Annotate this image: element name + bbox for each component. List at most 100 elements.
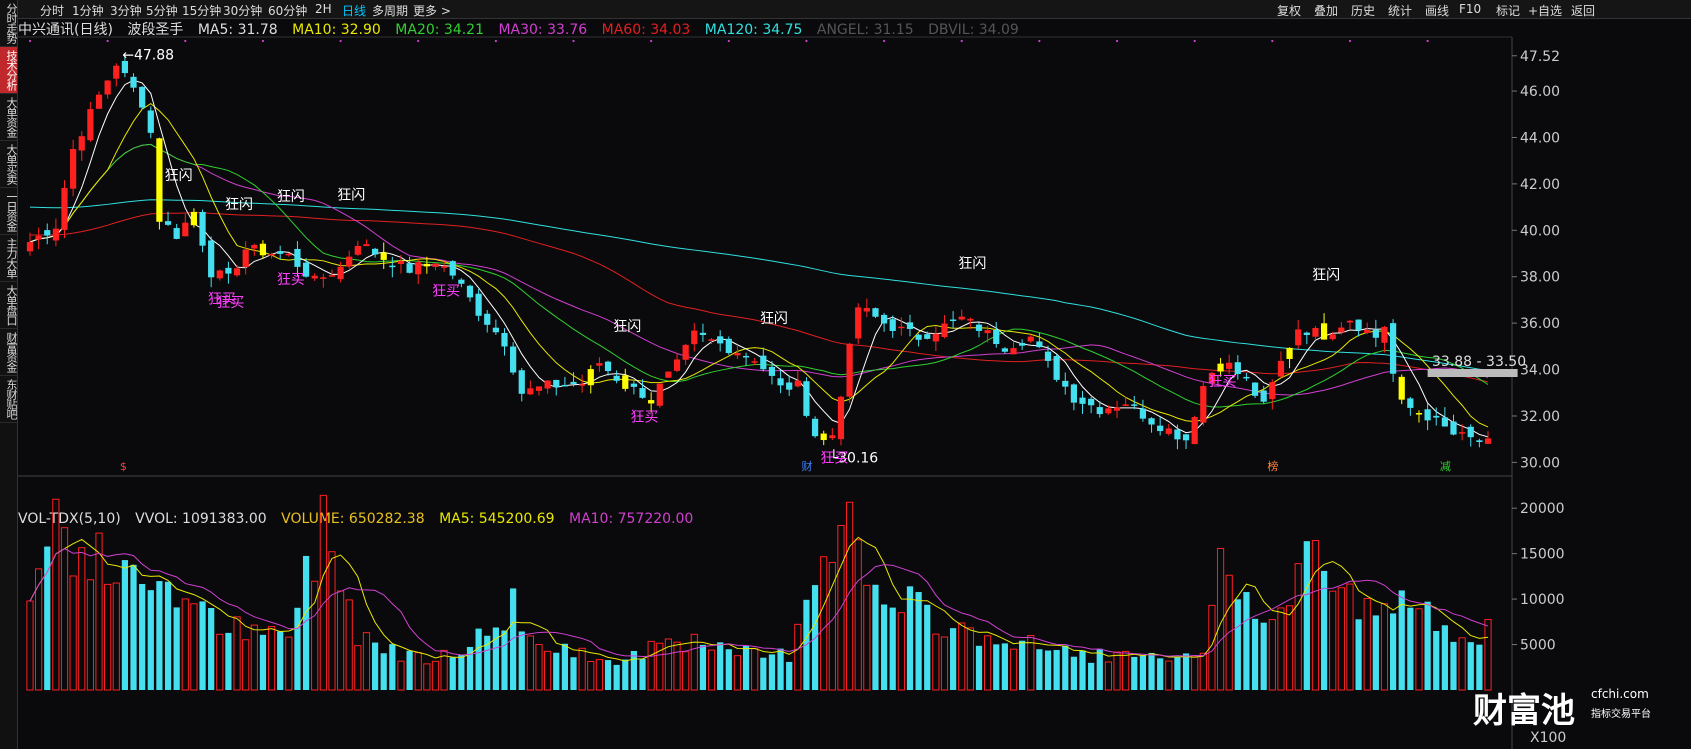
candle-body xyxy=(734,353,741,356)
top-dot-marker xyxy=(805,39,808,43)
candle-body xyxy=(673,359,681,371)
candle-body xyxy=(61,188,68,230)
candle-body xyxy=(639,388,646,398)
volume-bar xyxy=(1243,592,1250,690)
top-dot-marker xyxy=(1038,39,1041,43)
candle-body xyxy=(78,136,85,151)
volume-bar xyxy=(578,647,586,691)
candle-body xyxy=(35,235,42,240)
volume-bar xyxy=(1027,634,1035,691)
candle-body xyxy=(950,319,957,322)
price-volume-chart[interactable]: 47.5246.0044.0042.0040.0038.0036.0034.00… xyxy=(0,0,1691,749)
price-tick-label: 40.00 xyxy=(1520,223,1560,239)
candle-body xyxy=(233,268,241,276)
candle-body xyxy=(397,260,405,264)
event-marker: 财 xyxy=(801,459,812,473)
top-dot-marker xyxy=(339,39,342,43)
volume-bar xyxy=(1458,637,1466,691)
volume-bar xyxy=(768,654,776,690)
candle-body xyxy=(1320,323,1328,340)
volume-bar xyxy=(1415,608,1423,691)
volume-bar xyxy=(1251,618,1259,690)
candle-body xyxy=(26,242,34,252)
volume-bar xyxy=(699,644,707,690)
flash-label: 狂闪 xyxy=(1312,268,1340,284)
volume-bar xyxy=(984,635,992,691)
volume-bar xyxy=(1433,630,1440,690)
volume-bar xyxy=(630,650,638,690)
volume-bar xyxy=(1053,650,1060,690)
event-marker: 榜 xyxy=(1267,459,1278,473)
volume-bar xyxy=(104,583,112,691)
candle-body xyxy=(1001,348,1008,352)
candle-body xyxy=(52,228,59,241)
candle-body xyxy=(501,333,508,347)
volume-bar xyxy=(181,598,189,691)
candle-body xyxy=(1329,334,1336,340)
volume-bar xyxy=(1174,657,1181,690)
event-marker: $ xyxy=(120,460,127,473)
candle-body xyxy=(164,221,172,225)
candle-body xyxy=(1303,332,1310,336)
volume-bar xyxy=(1380,603,1389,691)
volume-bar xyxy=(26,600,34,691)
volume-bar xyxy=(544,650,552,691)
volume-bar xyxy=(915,592,922,690)
candle-body xyxy=(363,244,370,247)
candle-body xyxy=(1407,398,1414,408)
candle-body xyxy=(924,334,931,339)
volume-tick-label: 10000 xyxy=(1520,592,1565,608)
volume-bar xyxy=(328,551,336,691)
volume-bar xyxy=(1191,655,1199,691)
volume-bar xyxy=(1009,648,1018,691)
volume-bar xyxy=(225,632,232,690)
volume-bar xyxy=(1337,587,1345,691)
volume-bar xyxy=(458,654,465,690)
volume-bar xyxy=(1079,650,1086,690)
candle-body xyxy=(630,383,638,387)
candle-body xyxy=(259,243,267,256)
candle-body xyxy=(432,263,439,267)
volume-bar xyxy=(380,653,387,690)
candle-body xyxy=(1174,429,1181,440)
volume-bar xyxy=(854,539,862,691)
flash-label: 狂闪 xyxy=(337,188,365,204)
candle-body xyxy=(708,339,715,341)
candle-body xyxy=(1182,434,1190,441)
candle-body xyxy=(1459,432,1466,434)
volume-bar xyxy=(1001,643,1008,690)
candle-body xyxy=(1010,348,1017,355)
volume-bar xyxy=(742,646,750,690)
volume-bar xyxy=(311,580,319,691)
candle-body xyxy=(354,245,361,255)
volume-bar xyxy=(880,604,888,690)
candle-body xyxy=(510,346,517,373)
volume-bar xyxy=(1260,622,1267,690)
volume-tick-label: 15000 xyxy=(1520,547,1565,563)
volume-bar xyxy=(760,657,767,690)
volume-bar xyxy=(932,633,940,691)
volume-bar xyxy=(604,660,612,690)
volume-bar xyxy=(52,498,60,691)
candle-body xyxy=(932,333,939,342)
candle-body xyxy=(95,94,103,109)
candle-body xyxy=(294,248,301,267)
candle-body xyxy=(277,251,284,254)
candle-body xyxy=(794,380,801,387)
price-tick-label: 46.00 xyxy=(1520,84,1560,100)
volume-bar xyxy=(1329,590,1337,691)
candle-body xyxy=(156,138,163,222)
candle-body xyxy=(1200,386,1207,423)
top-dot-marker xyxy=(184,39,187,43)
volume-bar xyxy=(1070,656,1077,690)
candle-body xyxy=(1165,428,1172,434)
candle-body xyxy=(786,382,793,390)
candle-body xyxy=(130,76,137,88)
candle-body xyxy=(880,314,888,324)
price-tick-label: 30.00 xyxy=(1520,455,1560,471)
price-tick-label: 38.00 xyxy=(1520,270,1560,286)
volume-bar xyxy=(975,645,983,690)
volume-bar xyxy=(1104,661,1113,691)
volume-bar xyxy=(1036,649,1043,690)
candle-body xyxy=(492,327,499,333)
